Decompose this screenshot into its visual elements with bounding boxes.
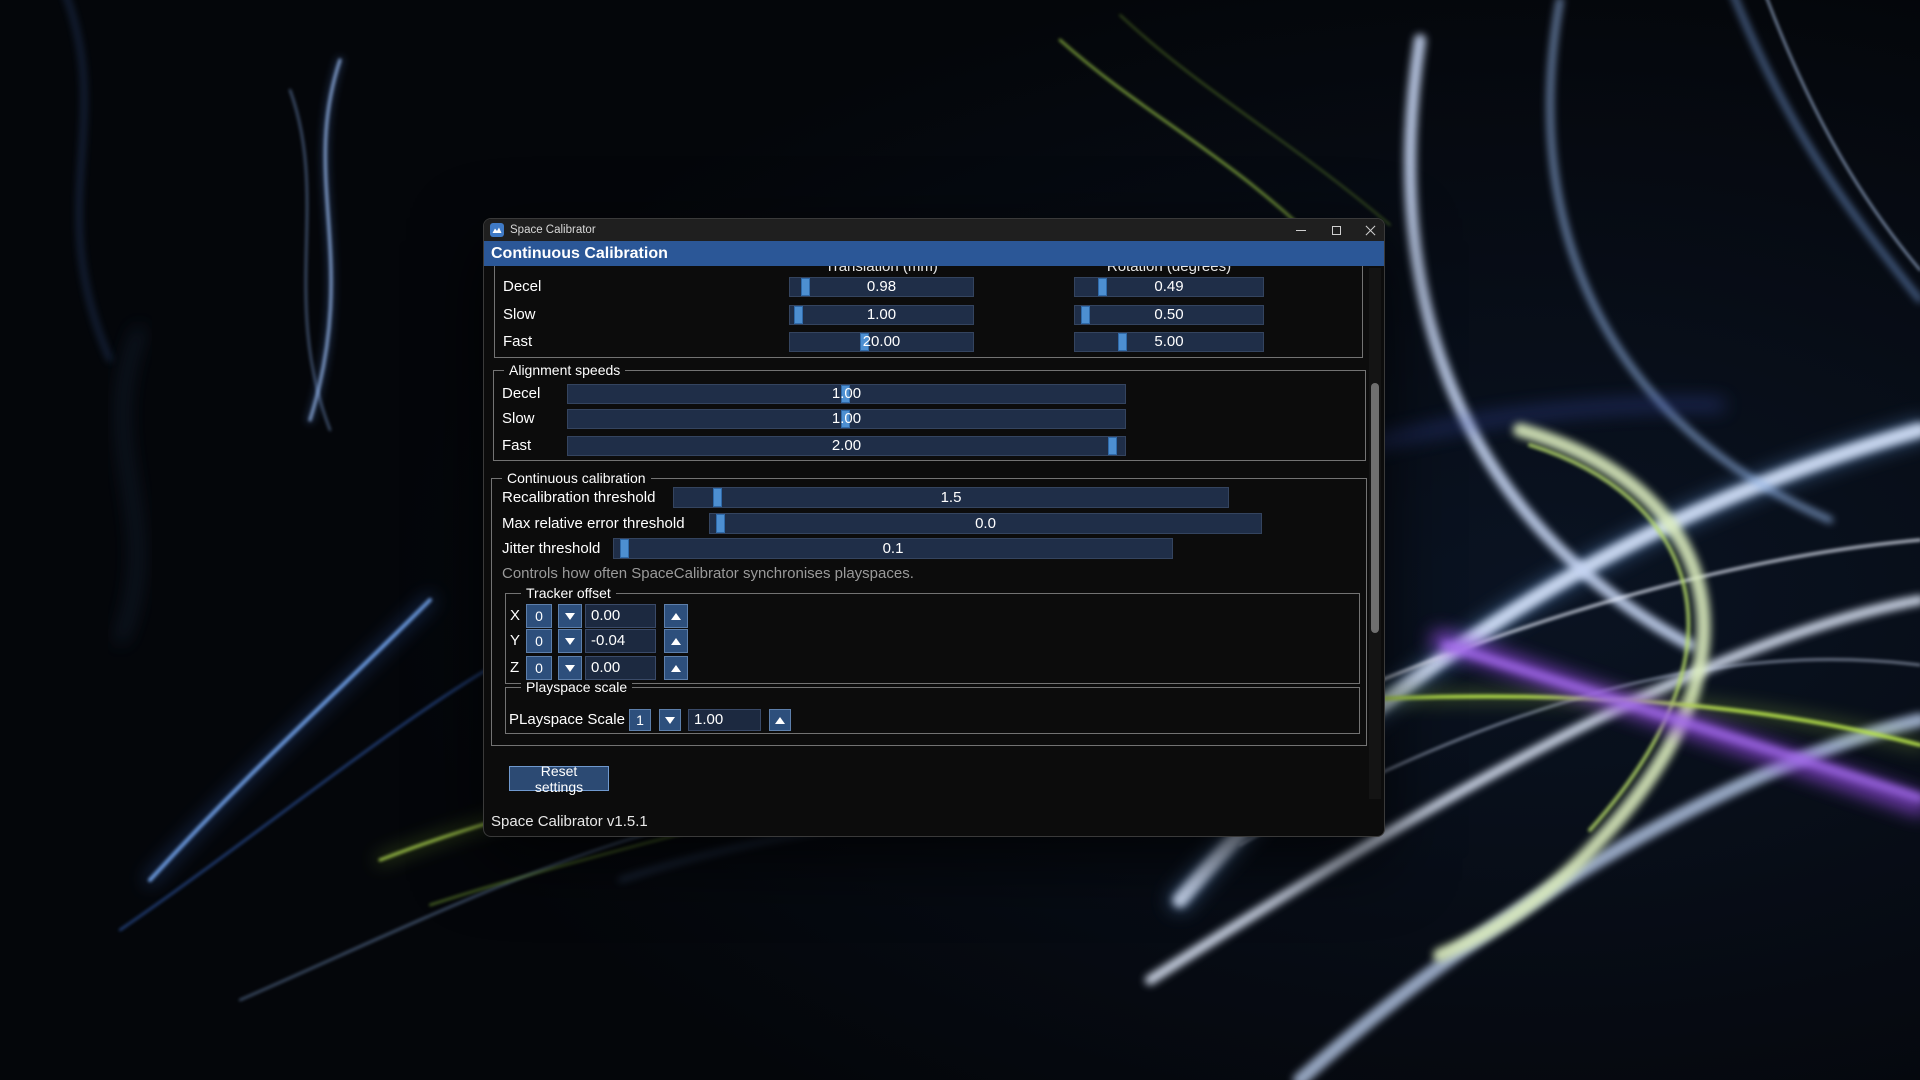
- rotation-slow-slider[interactable]: 0.50: [1074, 305, 1264, 325]
- minimize-button[interactable]: [1286, 219, 1316, 241]
- playspace-scale-label: PLayspace Scale: [509, 711, 625, 728]
- translation-fast-slider[interactable]: 20.00: [789, 332, 974, 352]
- z-offset-field[interactable]: 0.00: [585, 656, 656, 680]
- z-increment-button[interactable]: [664, 656, 688, 680]
- slider-value: 0.1: [882, 540, 904, 557]
- minimize-icon: [1296, 229, 1306, 231]
- x-step-box[interactable]: 0: [526, 604, 552, 628]
- threshold-label: Max relative error threshold: [502, 515, 685, 532]
- threshold-label: Jitter threshold: [502, 540, 601, 557]
- slider-value: 5.00: [1154, 333, 1184, 350]
- y-step-box[interactable]: 0: [526, 629, 552, 653]
- axis-label: X: [510, 607, 521, 624]
- down-triangle-icon: [565, 637, 575, 645]
- up-triangle-icon: [671, 637, 681, 645]
- tracker-offset-title: Tracker offset: [521, 586, 616, 601]
- slider-value: 1.00: [831, 410, 862, 427]
- alignment-slow-slider[interactable]: 1.00: [567, 409, 1126, 429]
- playspace-scale-field[interactable]: 1.00: [688, 709, 761, 731]
- maximize-icon: [1331, 225, 1341, 235]
- slider-value: 0.98: [866, 278, 897, 295]
- x-decrement-button[interactable]: [558, 604, 582, 628]
- speed-row-label: Slow: [503, 306, 536, 323]
- sync-hint-text: Controls how often SpaceCalibrator synch…: [502, 565, 914, 582]
- y-offset-field[interactable]: -0.04: [585, 629, 656, 653]
- down-triangle-icon: [665, 716, 675, 724]
- recalibration-threshold-slider[interactable]: 1.5: [673, 487, 1229, 508]
- playspace-increment-button[interactable]: [769, 709, 791, 731]
- playspace-decrement-button[interactable]: [659, 709, 681, 731]
- playspace-step-box[interactable]: 1: [629, 709, 651, 731]
- down-triangle-icon: [565, 664, 575, 672]
- alignment-row-label: Fast: [502, 437, 532, 454]
- x-offset-field[interactable]: 0.00: [585, 604, 656, 628]
- slider-value: 1.5: [940, 489, 962, 506]
- slider-value: 2.00: [831, 437, 862, 454]
- translation-slow-slider[interactable]: 1.00: [789, 305, 974, 325]
- x-increment-button[interactable]: [664, 604, 688, 628]
- speed-row-label: Fast: [503, 333, 533, 350]
- close-button[interactable]: [1355, 219, 1384, 241]
- scroll-area: Translation (mm) Rotation (degrees) Dece…: [484, 266, 1384, 836]
- reset-settings-button[interactable]: Reset settings: [509, 763, 609, 795]
- playspace-scale-title: Playspace scale: [521, 680, 633, 695]
- close-icon: [1364, 224, 1377, 237]
- window-title: Space Calibrator: [510, 224, 596, 236]
- translation-decel-slider[interactable]: 0.98: [789, 277, 974, 297]
- down-triangle-icon: [565, 612, 575, 620]
- alignment-fast-slider[interactable]: 2.00: [567, 436, 1126, 456]
- y-increment-button[interactable]: [664, 629, 688, 653]
- jitter-threshold-slider[interactable]: 0.1: [613, 538, 1173, 559]
- axis-label: Y: [510, 632, 521, 649]
- alignment-decel-slider[interactable]: 1.00: [567, 384, 1126, 404]
- up-triangle-icon: [671, 612, 681, 620]
- z-step-box[interactable]: 0: [526, 656, 552, 680]
- max-relative-error-slider[interactable]: 0.0: [709, 513, 1262, 534]
- rotation-decel-slider[interactable]: 0.49: [1074, 277, 1264, 297]
- title-bar[interactable]: Space Calibrator: [484, 219, 1384, 241]
- space-calibrator-window: Space Calibrator Continuous Calibration …: [483, 218, 1385, 837]
- z-decrement-button[interactable]: [558, 656, 582, 680]
- scrollbar-thumb[interactable]: [1371, 383, 1379, 633]
- slider-value: 0.49: [1154, 278, 1184, 295]
- threshold-label: Recalibration threshold: [502, 489, 656, 506]
- speed-row-label: Decel: [503, 278, 542, 295]
- alignment-row-label: Slow: [502, 410, 535, 427]
- axis-label: Z: [510, 659, 520, 676]
- maximize-button[interactable]: [1321, 219, 1351, 241]
- alignment-speeds-title: Alignment speeds: [504, 363, 626, 378]
- y-decrement-button[interactable]: [558, 629, 582, 653]
- app-icon: [490, 223, 504, 237]
- slider-value: 1.00: [866, 306, 897, 323]
- page-header: Continuous Calibration: [484, 241, 1384, 266]
- slider-value: 20.00: [862, 333, 901, 350]
- version-text: Space Calibrator v1.5.1: [491, 813, 648, 830]
- rotation-fast-slider[interactable]: 5.00: [1074, 332, 1264, 352]
- up-triangle-icon: [775, 716, 785, 724]
- slider-value: 0.0: [975, 515, 996, 532]
- slider-value: 0.50: [1154, 306, 1184, 323]
- up-triangle-icon: [671, 664, 681, 672]
- alignment-row-label: Decel: [502, 385, 541, 402]
- continuous-calibration-title: Continuous calibration: [502, 471, 651, 486]
- slider-value: 1.00: [831, 385, 862, 402]
